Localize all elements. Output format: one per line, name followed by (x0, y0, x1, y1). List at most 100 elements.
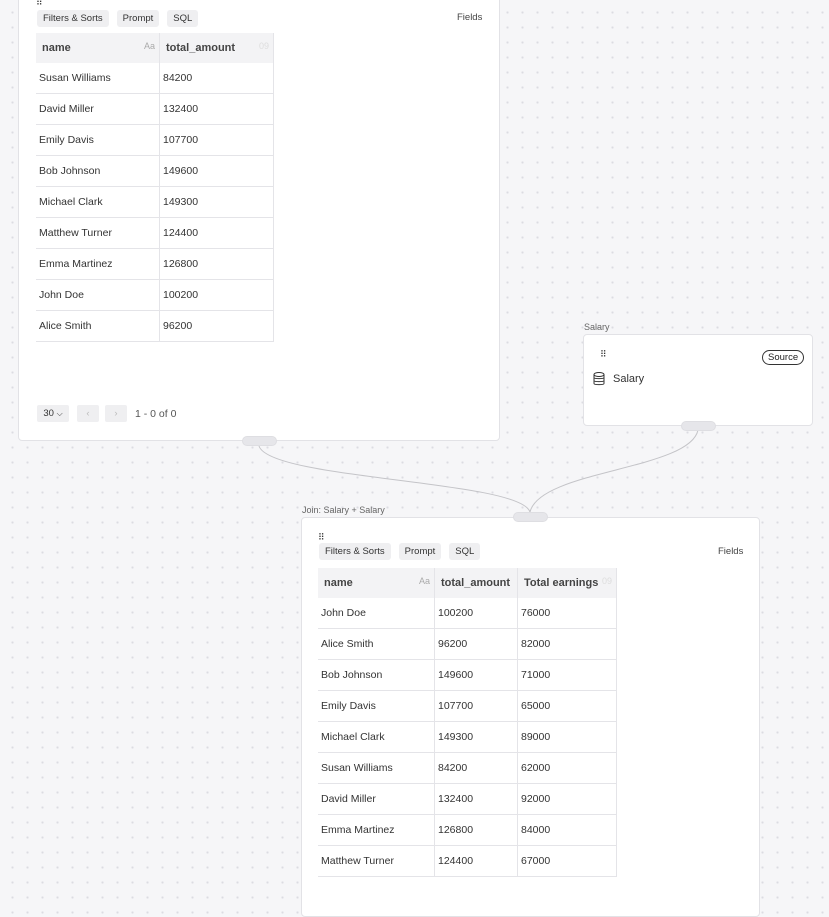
table-cell[interactable]: 126800 (434, 814, 518, 846)
prompt-button[interactable]: Prompt (116, 10, 160, 27)
page-size-select[interactable]: 30 ⌵ (37, 405, 69, 422)
table-cell[interactable]: Emily Davis (36, 124, 160, 156)
table-row[interactable]: Emily Davis 107700 65000 (318, 690, 617, 722)
table-header-row: name Aa total_amount Total earnings 09 (318, 568, 617, 598)
column-header-name[interactable]: name Aa (318, 568, 435, 598)
table-cell[interactable]: 100200 (159, 279, 274, 311)
table-row[interactable]: John Doe 100200 (36, 279, 274, 311)
table-cell[interactable]: 84000 (517, 814, 617, 846)
table-cell[interactable]: Alice Smith (36, 310, 160, 342)
page-range-text: 1 - 0 of 0 (135, 407, 177, 420)
table-cell[interactable]: 107700 (434, 690, 518, 722)
chevron-down-icon: ⌵ (56, 409, 63, 418)
table-cell[interactable]: 96200 (434, 628, 518, 660)
column-header-total-earnings[interactable]: Total earnings 09 (517, 568, 617, 598)
table-cell[interactable]: 96200 (159, 310, 274, 342)
table-cell[interactable]: 84200 (434, 752, 518, 784)
table-row[interactable]: Susan Williams 84200 62000 (318, 752, 617, 784)
table-cell[interactable]: 149300 (159, 186, 274, 218)
table-row[interactable]: Matthew Turner 124400 (36, 217, 274, 249)
table-row[interactable]: David Miller 132400 92000 (318, 783, 617, 815)
sql-button[interactable]: SQL (167, 10, 199, 27)
table-row[interactable]: Bob Johnson 149600 71000 (318, 659, 617, 691)
table-row[interactable]: John Doe 100200 76000 (318, 598, 617, 629)
table-cell[interactable]: Emily Davis (318, 690, 435, 722)
table-cell[interactable]: Bob Johnson (36, 155, 160, 187)
drag-handle-icon[interactable]: ⠿ (318, 533, 326, 542)
salary-source-node[interactable]: ⠿ Source Salary (583, 334, 813, 426)
table-row[interactable]: Matthew Turner 124400 67000 (318, 845, 617, 877)
table-row[interactable]: Emma Martinez 126800 (36, 248, 274, 280)
join-table-node: ⠿ Filters & Sorts Prompt SQL Fields name… (301, 517, 760, 917)
filters-sorts-button[interactable]: Filters & Sorts (319, 543, 391, 560)
table-cell[interactable]: Susan Williams (318, 752, 435, 784)
drag-handle-icon[interactable]: ⠿ (36, 0, 44, 7)
edge-salary-to-join (529, 429, 699, 513)
prev-page-button[interactable]: ‹ (77, 405, 99, 422)
column-label: total_amount (166, 42, 236, 54)
table-row[interactable]: Michael Clark 149300 (36, 186, 274, 218)
column-header-total-amount[interactable]: total_amount 09 (159, 33, 274, 63)
table-cell[interactable]: Bob Johnson (318, 659, 435, 691)
table-cell[interactable]: John Doe (318, 598, 435, 629)
filters-sorts-button[interactable]: Filters & Sorts (37, 10, 109, 27)
table-cell[interactable]: Matthew Turner (318, 845, 435, 877)
table-row[interactable]: Alice Smith 96200 (36, 310, 274, 342)
table-cell[interactable]: David Miller (36, 93, 160, 125)
table-row[interactable]: Emily Davis 107700 (36, 124, 274, 156)
table-cell[interactable]: 149300 (434, 721, 518, 753)
table-cell[interactable]: 76000 (517, 598, 617, 629)
column-label: Total earnings (524, 577, 599, 589)
column-header-total-amount[interactable]: total_amount (434, 568, 518, 598)
table-cell[interactable]: Michael Clark (318, 721, 435, 753)
table-cell[interactable]: 124400 (159, 217, 274, 249)
table-cell[interactable]: 132400 (434, 783, 518, 815)
table-cell[interactable]: John Doe (36, 279, 160, 311)
table-cell[interactable]: 82000 (517, 628, 617, 660)
table-cell[interactable]: 100200 (434, 598, 518, 629)
join-node-input-handle[interactable] (513, 512, 548, 522)
table-cell[interactable]: 126800 (159, 248, 274, 280)
table-cell[interactable]: Emma Martinez (36, 248, 160, 280)
table-cell[interactable]: Alice Smith (318, 628, 435, 660)
table-row[interactable]: Bob Johnson 149600 (36, 155, 274, 187)
sql-button[interactable]: SQL (449, 543, 481, 560)
table-cell[interactable]: 92000 (517, 783, 617, 815)
table-cell[interactable]: 149600 (159, 155, 274, 187)
fields-button[interactable]: Fields (457, 12, 482, 23)
salary-node-output-handle[interactable] (681, 421, 716, 431)
column-label: total_amount (441, 577, 511, 589)
table-cell[interactable]: Emma Martinez (318, 814, 435, 846)
table-cell[interactable]: 67000 (517, 845, 617, 877)
table-row[interactable]: Michael Clark 149300 89000 (318, 721, 617, 753)
table-cell[interactable]: 89000 (517, 721, 617, 753)
table-row[interactable]: Emma Martinez 126800 84000 (318, 814, 617, 846)
table-cell[interactable]: 84200 (159, 63, 274, 94)
table-cell[interactable]: Susan Williams (36, 63, 160, 94)
column-header-name[interactable]: name Aa (36, 33, 160, 63)
table-cell[interactable]: Matthew Turner (36, 217, 160, 249)
top-node-output-handle[interactable] (242, 436, 277, 446)
drag-handle-icon[interactable]: ⠿ (600, 350, 608, 359)
table-cell[interactable]: 107700 (159, 124, 274, 156)
next-page-button[interactable]: › (105, 405, 127, 422)
number-type-icon: 09 (258, 41, 269, 51)
table-row[interactable]: Susan Williams 84200 (36, 63, 274, 94)
table-cell[interactable]: David Miller (318, 783, 435, 815)
edge-top-to-join (258, 445, 531, 513)
table-cell[interactable]: 65000 (517, 690, 617, 722)
prompt-button[interactable]: Prompt (398, 543, 442, 560)
table-cell[interactable]: Michael Clark (36, 186, 160, 218)
table-cell[interactable]: 71000 (517, 659, 617, 691)
table-cell[interactable]: 132400 (159, 93, 274, 125)
top-table-node: ⠿ Filters & Sorts Prompt SQL Fields name… (18, 0, 500, 441)
table-cell[interactable]: 124400 (434, 845, 518, 877)
table-row[interactable]: Alice Smith 96200 82000 (318, 628, 617, 660)
text-type-icon: Aa (418, 576, 430, 586)
number-type-icon: 09 (601, 576, 612, 586)
table-cell[interactable]: 149600 (434, 659, 518, 691)
table-row[interactable]: David Miller 132400 (36, 93, 274, 125)
fields-button[interactable]: Fields (718, 546, 743, 557)
table-cell[interactable]: 62000 (517, 752, 617, 784)
top-data-table: name Aa total_amount 09 Susan Williams 84… (36, 33, 274, 342)
